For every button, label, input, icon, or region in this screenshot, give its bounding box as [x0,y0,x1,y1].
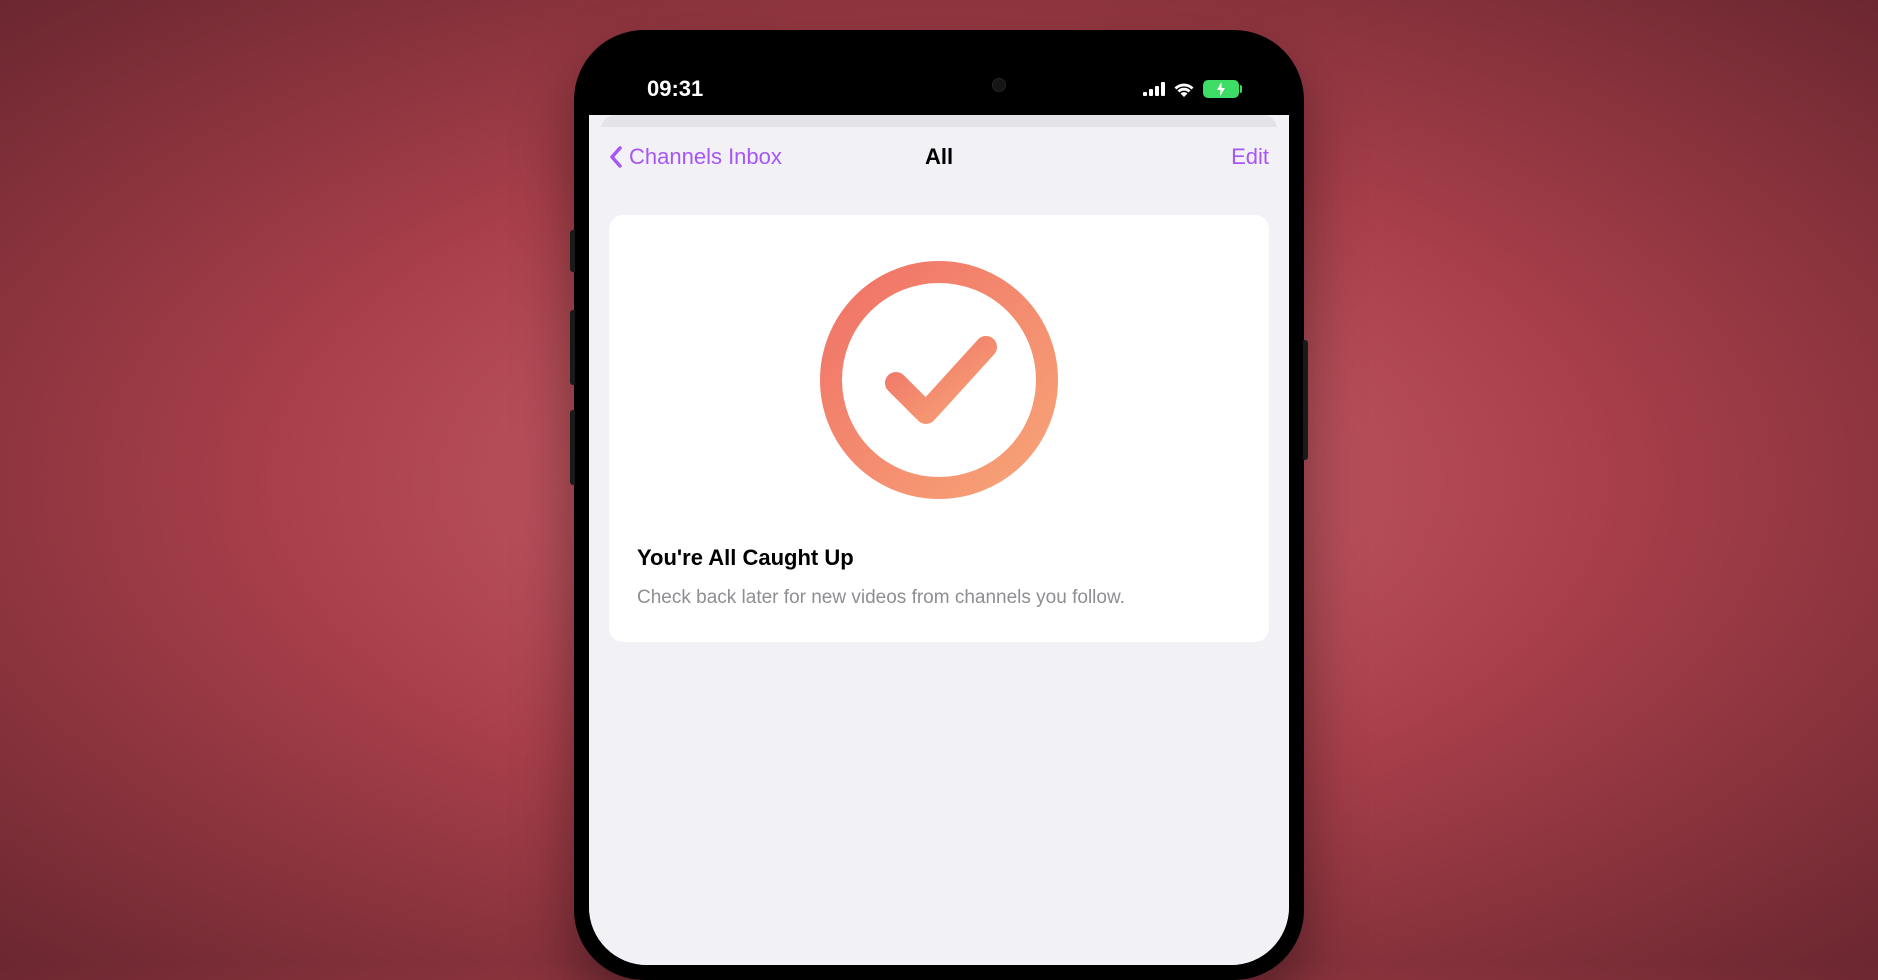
empty-state-title: You're All Caught Up [637,545,854,571]
phone-power-button [1303,340,1308,460]
camera-dot [992,78,1006,92]
empty-state-card: You're All Caught Up Check back later fo… [609,215,1269,642]
cellular-signal-icon [1143,82,1165,96]
battery-charging-icon [1203,80,1239,98]
sheet: Channels Inbox All Edit [589,127,1289,965]
status-bar: 09:31 [589,45,1289,115]
dynamic-island [854,63,1024,107]
navigation-bar: Channels Inbox All Edit [589,127,1289,187]
back-button[interactable]: Channels Inbox [609,144,782,170]
edit-button[interactable]: Edit [1231,144,1269,170]
phone-frame: 09:31 [574,30,1304,980]
checkmark-circle-icon [814,255,1064,505]
app-screen: Channels Inbox All Edit [589,115,1289,965]
phone-mute-switch [570,230,575,272]
status-time: 09:31 [647,76,703,102]
page-title: All [925,144,953,170]
chevron-left-icon [609,146,623,168]
content-area: You're All Caught Up Check back later fo… [589,187,1289,670]
wifi-icon [1173,81,1195,97]
status-icons [1143,80,1239,98]
phone-volume-up [570,310,575,385]
phone-volume-down [570,410,575,485]
back-label: Channels Inbox [629,144,782,170]
phone-screen: 09:31 [589,45,1289,965]
empty-state-subtitle: Check back later for new videos from cha… [637,585,1125,612]
